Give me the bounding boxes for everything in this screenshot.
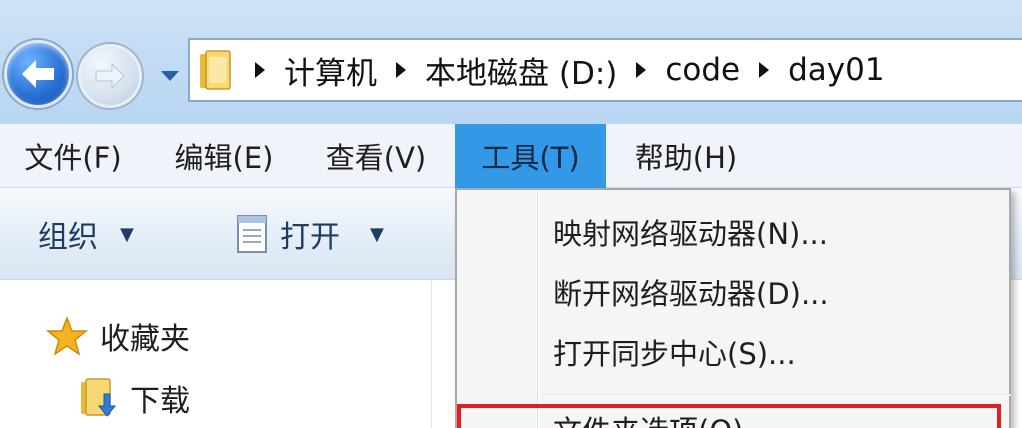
window-titlebar: 计算机 本地磁盘 (D:) code day01 <box>0 0 1022 124</box>
navigation-pane: 收藏夹 下载 <box>0 280 432 428</box>
menu-item-folder-options[interactable]: 文件夹选项(O)... <box>553 408 771 428</box>
address-bar[interactable]: 计算机 本地磁盘 (D:) code day01 <box>188 38 1022 102</box>
nav-downloads[interactable]: 下载 <box>78 376 190 420</box>
nav-downloads-label: 下载 <box>130 384 190 419</box>
organize-button[interactable]: 组织 ▼ <box>38 188 134 280</box>
menu-separator <box>541 394 1011 396</box>
breadcrumb-computer[interactable]: 计算机 <box>280 48 381 93</box>
caret-down-icon: ▼ <box>370 223 384 245</box>
recent-pages-button[interactable] <box>156 64 184 88</box>
menu-icon-gutter <box>537 190 539 428</box>
breadcrumb-local-disk[interactable]: 本地磁盘 (D:) <box>421 48 621 93</box>
chevron-right-icon[interactable] <box>621 61 661 79</box>
open-label: 打开 <box>280 220 340 255</box>
forward-button[interactable] <box>78 44 142 108</box>
menu-edit[interactable]: 编辑(E) <box>156 124 292 188</box>
menu-file[interactable]: 文件(F) <box>6 124 140 188</box>
caret-down-icon: ▼ <box>120 223 134 245</box>
notepad-icon <box>237 215 267 253</box>
breadcrumb-code[interactable]: code <box>661 52 744 88</box>
chevron-right-icon[interactable] <box>381 61 421 79</box>
menu-item-open-sync-center[interactable]: 打开同步中心(S)... <box>553 324 796 380</box>
menu-bar: 文件(F) 编辑(E) 查看(V) 工具(T) 帮助(H) <box>0 124 1022 188</box>
menu-tools[interactable]: 工具(T) <box>455 124 606 188</box>
forward-arrow-icon <box>95 62 125 90</box>
menu-item-disconnect-network-drive[interactable]: 断开网络驱动器(D)... <box>553 264 829 320</box>
menu-help[interactable]: 帮助(H) <box>616 124 756 188</box>
chevron-right-icon[interactable] <box>240 61 280 79</box>
open-button[interactable]: 打开 ▼ <box>232 188 384 280</box>
menu-item-map-network-drive[interactable]: 映射网络驱动器(N)... <box>553 204 828 260</box>
back-button[interactable] <box>4 40 72 108</box>
menu-view[interactable]: 查看(V) <box>306 124 446 188</box>
tools-dropdown-menu: 映射网络驱动器(N)... 断开网络驱动器(D)... 打开同步中心(S)...… <box>455 188 1011 428</box>
folder-icon <box>190 38 240 102</box>
chevron-right-icon[interactable] <box>744 61 784 79</box>
nav-favorites-label: 收藏夹 <box>100 322 190 357</box>
nav-favorites[interactable]: 收藏夹 <box>46 314 190 358</box>
chevron-down-icon <box>161 71 179 81</box>
back-arrow-icon <box>22 60 54 88</box>
breadcrumb-day01[interactable]: day01 <box>784 52 888 88</box>
organize-label: 组织 <box>38 220 98 255</box>
downloads-folder-icon <box>81 378 117 417</box>
star-icon <box>46 316 88 356</box>
